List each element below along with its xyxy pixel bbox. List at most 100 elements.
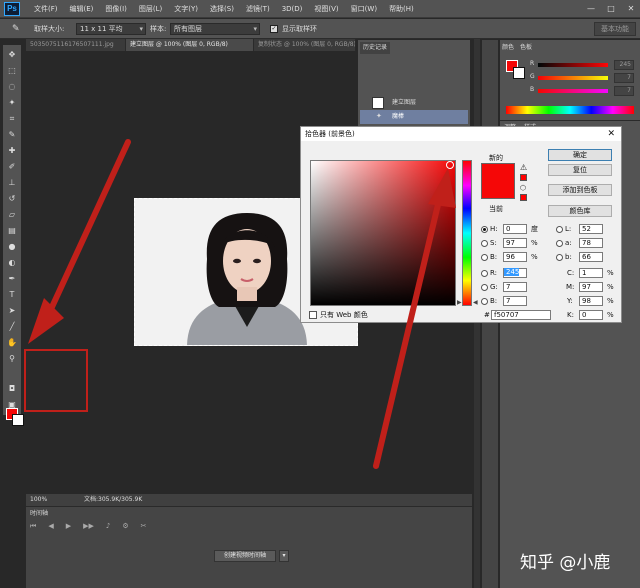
menu-filter[interactable]: 滤镜(T) <box>240 0 276 18</box>
k-input[interactable]: 0 <box>579 310 603 320</box>
y-input[interactable]: 98 <box>579 296 603 306</box>
menu-type[interactable]: 文字(Y) <box>168 0 204 18</box>
blue-radio[interactable] <box>481 298 488 305</box>
screen-mode-icon[interactable]: ▣ <box>5 399 19 411</box>
sample-size-select[interactable]: 11 x 11 平均 <box>76 23 146 35</box>
web-safe-swatch[interactable] <box>520 194 527 201</box>
first-frame-icon[interactable]: ⏮ <box>30 522 36 531</box>
sample-select[interactable]: 所有图层 <box>170 23 260 35</box>
gradient-tool-icon[interactable]: ▤ <box>5 225 19 237</box>
marquee-tool-icon[interactable]: ⬚ <box>5 65 19 77</box>
h-radio[interactable] <box>481 226 488 233</box>
quick-mask-icon[interactable]: ◘ <box>5 383 19 395</box>
hand-tool-icon[interactable]: ✋ <box>5 337 19 349</box>
pen-tool-icon[interactable]: ✒ <box>5 273 19 285</box>
ok-button[interactable]: 确定 <box>548 149 612 161</box>
type-tool-icon[interactable]: T <box>5 289 19 301</box>
maximize-button[interactable]: □ <box>606 0 616 18</box>
close-button[interactable]: ✕ <box>626 0 636 18</box>
r-radio[interactable] <box>481 270 488 277</box>
menu-layer[interactable]: 图层(L) <box>133 0 168 18</box>
m-input[interactable]: 97 <box>579 282 603 292</box>
background-color-swatch[interactable] <box>12 414 24 426</box>
history-brush-icon[interactable]: ↺ <box>5 193 19 205</box>
menu-3d[interactable]: 3D(D) <box>276 0 309 18</box>
blue-input[interactable]: 7 <box>503 296 527 306</box>
workspace-select[interactable]: 基本功能 <box>594 22 636 36</box>
r-slider-value[interactable]: 245 <box>614 60 634 70</box>
path-select-icon[interactable]: ➤ <box>5 305 19 317</box>
h-input[interactable]: 0 <box>503 224 527 234</box>
color-panel-background[interactable] <box>513 67 525 79</box>
web-safe-cube-icon[interactable]: ⬡ <box>520 184 526 192</box>
doc-tab-jpg[interactable]: 5035075116176507111.jpg <box>26 39 126 51</box>
zoom-level[interactable]: 100% <box>30 494 47 506</box>
g-radio[interactable] <box>481 284 488 291</box>
create-video-timeline-button[interactable]: 创建视频时间轴 <box>214 550 276 562</box>
brush-tool-icon[interactable]: ✐ <box>5 161 19 173</box>
healing-tool-icon[interactable]: ✚ <box>5 145 19 157</box>
s-radio[interactable] <box>481 240 488 247</box>
color-spectrum-bar[interactable] <box>506 106 634 114</box>
dodge-tool-icon[interactable]: ◐ <box>5 257 19 269</box>
lab-b-input[interactable]: 66 <box>579 252 603 262</box>
zoom-tool-icon[interactable]: ⚲ <box>5 353 19 365</box>
color-field-cursor[interactable] <box>446 161 454 169</box>
menu-file[interactable]: 文件(F) <box>28 0 64 18</box>
timeline-mode-dropdown[interactable]: ▾ <box>279 550 289 562</box>
menu-view[interactable]: 视图(V) <box>308 0 344 18</box>
saturation-brightness-field[interactable] <box>310 160 456 306</box>
gamut-swatch[interactable] <box>520 174 527 181</box>
menu-image[interactable]: 图像(I) <box>99 0 133 18</box>
gamut-warning-icon[interactable]: ⚠ <box>520 163 527 172</box>
audio-icon[interactable]: ♪ <box>106 522 110 531</box>
web-colors-only-checkbox[interactable] <box>309 311 317 319</box>
prev-frame-icon[interactable]: ◀ <box>48 522 53 531</box>
play-icon[interactable]: ▶ <box>66 522 71 531</box>
reset-button[interactable]: 复位 <box>548 164 612 176</box>
menu-window[interactable]: 窗口(W) <box>345 0 383 18</box>
lab-b-radio[interactable] <box>556 254 563 261</box>
minimize-button[interactable]: — <box>586 0 596 18</box>
blur-tool-icon[interactable]: ● <box>5 241 19 253</box>
eyedropper-tool-icon[interactable]: ✎ <box>5 129 19 141</box>
add-to-swatches-button[interactable]: 添加到色板 <box>548 184 612 196</box>
line-tool-icon[interactable]: ╱ <box>5 321 19 333</box>
doc-tab-copy[interactable]: 复制状态 @ 100% (图层 0, RGB/8) <box>254 39 356 51</box>
menu-help[interactable]: 帮助(H) <box>383 0 420 18</box>
r-input[interactable]: 245 <box>503 268 527 278</box>
stamp-tool-icon[interactable]: ⊥ <box>5 177 19 189</box>
crop-tool-icon[interactable]: ⌗ <box>5 113 19 125</box>
color-libraries-button[interactable]: 颜色库 <box>548 205 612 217</box>
next-frame-icon[interactable]: ▶▶ <box>83 522 94 531</box>
brightness-radio[interactable] <box>481 254 488 261</box>
menu-edit[interactable]: 编辑(E) <box>64 0 100 18</box>
history-tab[interactable]: 历史记录 <box>360 42 391 54</box>
g-input[interactable]: 7 <box>503 282 527 292</box>
brightness-input[interactable]: 96 <box>503 252 527 262</box>
c-input[interactable]: 1 <box>579 268 603 278</box>
hue-slider-right-arrow-icon[interactable]: ◀ <box>473 299 478 306</box>
show-ring-checkbox[interactable]: ✓ <box>270 25 278 33</box>
settings-icon[interactable]: ⚙ <box>122 522 128 531</box>
b-slider[interactable] <box>538 89 608 93</box>
l-input[interactable]: 52 <box>579 224 603 234</box>
hex-input[interactable]: f50707 <box>491 310 551 320</box>
menu-select[interactable]: 选择(S) <box>204 0 240 18</box>
eraser-tool-icon[interactable]: ▱ <box>5 209 19 221</box>
hue-slider[interactable] <box>462 160 472 306</box>
doc-tab-active[interactable]: 建立图层 @ 100% (图层 0, RGB/8) <box>126 39 254 51</box>
move-tool-icon[interactable]: ✥ <box>5 49 19 61</box>
eyedropper-icon[interactable]: ✎ <box>12 23 24 35</box>
magic-wand-tool-icon[interactable]: ✦ <box>5 97 19 109</box>
a-input[interactable]: 78 <box>579 238 603 248</box>
a-radio[interactable] <box>556 240 563 247</box>
r-slider[interactable] <box>538 63 608 67</box>
l-radio[interactable] <box>556 226 563 233</box>
s-input[interactable]: 97 <box>503 238 527 248</box>
lasso-tool-icon[interactable]: ◌ <box>5 81 19 93</box>
b-slider-value[interactable]: 7 <box>614 86 634 96</box>
g-slider[interactable] <box>538 76 608 80</box>
hue-slider-left-arrow-icon[interactable]: ▶ <box>457 299 462 306</box>
tab-swatches[interactable]: 色板 <box>520 42 532 51</box>
